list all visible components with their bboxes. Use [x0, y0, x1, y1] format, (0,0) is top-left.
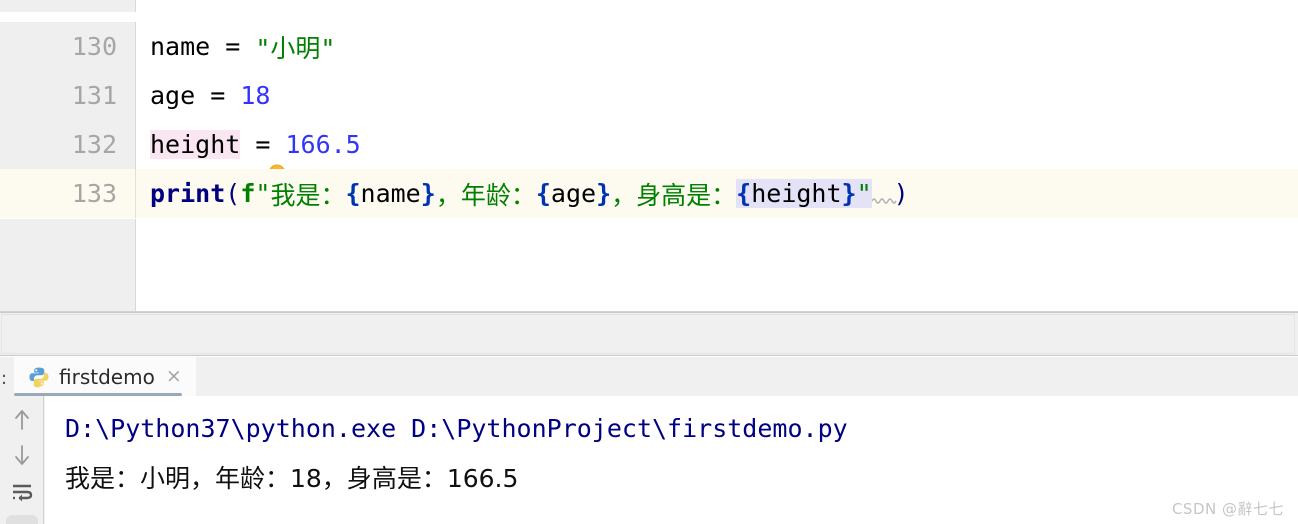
python-file-icon: [28, 366, 50, 388]
token-close-quote: ": [856, 179, 872, 208]
console-tab-bar[interactable]: : firstdemo ×: [0, 357, 1298, 396]
close-icon[interactable]: ×: [166, 367, 182, 386]
token-age-var: age: [150, 81, 196, 110]
token-open-quote: ": [255, 179, 271, 208]
warning-squiggle-icon: [871, 181, 897, 206]
editor-gutter-filler: [0, 219, 136, 311]
more-options-button[interactable]: [6, 515, 38, 524]
token-close-brace-2: }: [596, 179, 612, 208]
editor-line-132[interactable]: 132 height = 166.5: [0, 120, 1298, 188]
token-open-brace-3: {: [736, 179, 752, 208]
console-line-stdout: 我是：小明，年龄：18，身高是：166.5: [65, 464, 519, 493]
token-interp-age: age: [550, 179, 597, 208]
code-content-132[interactable]: height = 166.5: [136, 120, 1298, 188]
code-content-133[interactable]: print(f " 我是：{name}，年龄：{age}，身高是：{height} "…: [136, 169, 1298, 218]
editor-line-130[interactable]: 130 name = "小明": [0, 22, 1298, 71]
editor-line-131[interactable]: 131 age = 18: [0, 71, 1298, 120]
token-interp-height: height: [751, 179, 842, 208]
token-comma-2: ，: [611, 180, 637, 210]
token-assign: =: [210, 32, 256, 61]
token-comma-1: ，: [435, 180, 461, 210]
tab-label: firstdemo: [59, 364, 155, 389]
token-string-text-2: 年龄：: [460, 180, 536, 210]
console-output[interactable]: D:\Python37\python.exe D:\PythonProject\…: [45, 396, 1298, 524]
run-tool-window[interactable]: : firstdemo × D:\Python37\python.exe D:\…: [0, 357, 1298, 524]
token-string-text-1: 我是：: [270, 180, 346, 210]
console-side-toolbar[interactable]: [0, 396, 44, 524]
tab-firstdemo[interactable]: firstdemo ×: [14, 357, 196, 396]
token-print-keyword: print: [150, 179, 226, 208]
line-number-133: 133: [0, 169, 136, 218]
token-number-literal: 18: [240, 81, 271, 110]
editor-line-129[interactable]: 129: [0, 0, 1298, 12]
line-number-131: 131: [0, 71, 136, 120]
panel-separator: [0, 312, 1298, 356]
token-string-text-3: 身高是：: [636, 180, 737, 210]
token-close-brace-1: }: [420, 179, 436, 208]
token-open-paren: (: [225, 179, 241, 208]
editor-line-133[interactable]: 133 print(f " 我是：{name}，年龄：{age}，身高是：{heig…: [0, 169, 1298, 218]
tool-window-marker: :: [1, 368, 8, 389]
code-editor[interactable]: 129 130 name = "小明" 131 age = 18 132 hei…: [0, 0, 1298, 316]
code-content-131[interactable]: age = 18: [136, 71, 1298, 120]
token-assign: =: [195, 81, 241, 110]
token-interp-name: name: [360, 179, 421, 208]
token-open-brace-1: {: [345, 179, 361, 208]
token-number-literal: 166.5: [285, 130, 361, 159]
code-content-130[interactable]: name = "小明": [136, 22, 1298, 71]
watermark: CSDN @辭七七: [1171, 500, 1284, 518]
token-f-prefix: f: [240, 179, 256, 208]
token-string-literal: "小明": [255, 33, 336, 63]
console-line-command: D:\Python37\python.exe D:\PythonProject\…: [65, 414, 848, 443]
down-arrow-icon[interactable]: [8, 441, 36, 469]
token-assign: =: [240, 130, 286, 159]
up-arrow-icon[interactable]: [8, 406, 36, 434]
line-number-130: 130: [0, 22, 136, 71]
panel-separator-inner: [1, 314, 1295, 354]
token-name-var: name: [150, 32, 211, 61]
token-height-var-highlighted: height: [150, 130, 241, 159]
soft-wrap-icon[interactable]: [8, 479, 36, 507]
line-number-132: 132: [0, 120, 136, 169]
code-content-129[interactable]: [136, 0, 1298, 12]
token-open-brace-2: {: [535, 179, 551, 208]
line-number-129: 129: [0, 0, 136, 12]
token-close-brace-3: }: [841, 179, 857, 208]
